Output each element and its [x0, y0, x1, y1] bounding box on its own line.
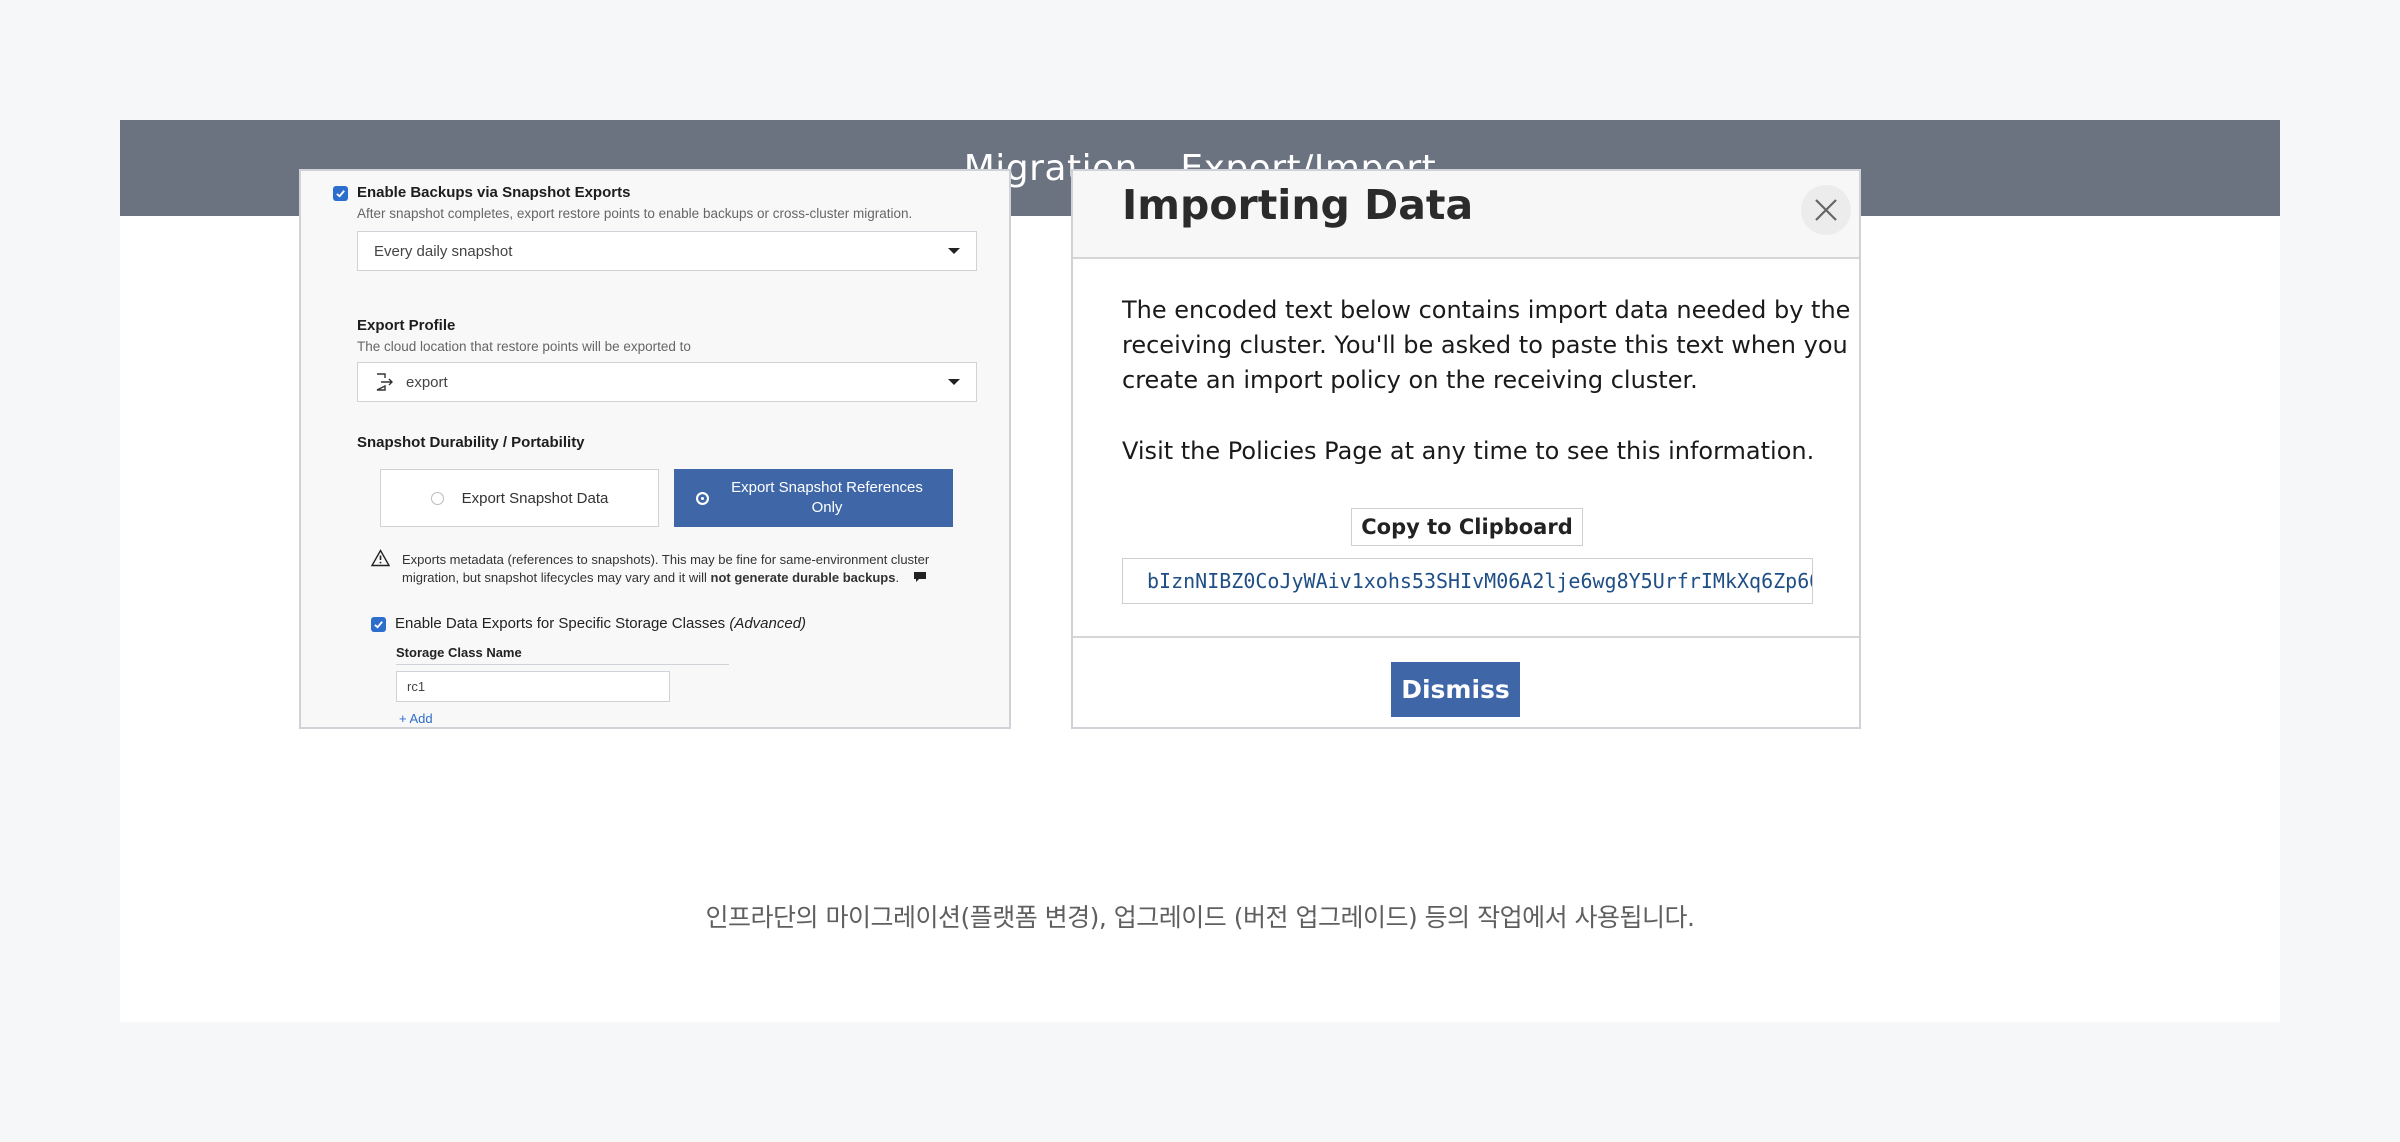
- option-export-snapshot-data[interactable]: Export Snapshot Data: [380, 469, 659, 527]
- durability-label: Snapshot Durability / Portability: [357, 434, 585, 451]
- export-profile-value: export: [406, 373, 448, 391]
- modal-title: Importing Data: [1122, 181, 1474, 229]
- export-profile-label: Export Profile: [357, 317, 456, 334]
- export-profile-description: The cloud location that restore points w…: [357, 339, 691, 354]
- export-settings-panel: Enable Backups via Snapshot Exports Afte…: [299, 169, 1011, 729]
- copy-to-clipboard-button[interactable]: Copy to Clipboard: [1351, 508, 1583, 546]
- encoded-text: bIznNIBZ0CoJyWAiv1xohs53SHIvM06A2lje6wg8…: [1147, 569, 1813, 593]
- export-profile-select[interactable]: export: [357, 362, 977, 402]
- schedule-select-value: Every daily snapshot: [374, 242, 513, 260]
- warning-line-1: Exports metadata (references to snapshot…: [402, 552, 930, 567]
- check-icon: [374, 621, 383, 629]
- radio-unselected: [430, 491, 444, 505]
- option-data-label: Export Snapshot Data: [461, 489, 609, 507]
- warning-icon: [371, 549, 390, 567]
- modal-footer: Dismiss: [1073, 636, 1859, 727]
- check-icon: [336, 190, 345, 198]
- modal-description-line: create an import policy on the receiving…: [1122, 366, 1698, 394]
- radio-selected: [696, 491, 709, 505]
- chevron-down-icon: [948, 379, 960, 385]
- enable-backups-label: Enable Backups via Snapshot Exports: [357, 184, 631, 201]
- enable-storage-classes-checkbox[interactable]: [371, 617, 386, 632]
- warning-end: .: [895, 570, 900, 585]
- close-button[interactable]: [1801, 185, 1851, 235]
- option-export-snapshot-references[interactable]: Export Snapshot References Only: [674, 469, 953, 527]
- modal-description-line: receiving cluster. You'll be asked to pa…: [1122, 331, 1848, 359]
- modal-description-line: The encoded text below contains import d…: [1122, 296, 1851, 324]
- encoded-text-field[interactable]: bIznNIBZ0CoJyWAiv1xohs53SHIvM06A2lje6wg8…: [1122, 558, 1813, 604]
- storage-class-divider: [396, 664, 729, 665]
- modal-policies-note: Visit the Policies Page at any time to s…: [1122, 437, 1815, 465]
- enable-backups-checkbox[interactable]: [333, 186, 348, 201]
- storage-classes-label: Enable Data Exports for Specific Storage…: [395, 615, 806, 632]
- storage-class-input[interactable]: rc1: [396, 671, 670, 702]
- warning-text: migration, but snapshot lifecycles may v…: [402, 570, 711, 585]
- storage-classes-text: Enable Data Exports for Specific Storage…: [395, 615, 730, 632]
- storage-class-value: rc1: [407, 679, 426, 694]
- export-icon: [376, 373, 393, 391]
- chevron-down-icon: [948, 248, 960, 254]
- modal-description: The encoded text below contains import d…: [1122, 293, 1850, 398]
- option-references-label: Export Snapshot References Only: [731, 479, 923, 516]
- schedule-select[interactable]: Every daily snapshot: [357, 231, 977, 271]
- importing-data-modal: Importing Data The encoded text below co…: [1071, 169, 1861, 729]
- enable-backups-description: After snapshot completes, export restore…: [357, 206, 913, 221]
- warning-line-2: migration, but snapshot lifecycles may v…: [402, 570, 927, 585]
- modal-header: Importing Data: [1073, 171, 1859, 259]
- comment-icon[interactable]: [913, 571, 927, 583]
- add-storage-class-link[interactable]: + Add: [399, 711, 433, 726]
- close-icon: [1815, 199, 1837, 221]
- caption: 인프라단의 마이그레이션(플랫폼 변경), 업그레이드 (버전 업그레이드) 등…: [705, 903, 1696, 932]
- dismiss-button[interactable]: Dismiss: [1391, 662, 1520, 717]
- warning-bold: not generate durable backups: [710, 570, 896, 585]
- storage-class-header: Storage Class Name: [396, 645, 522, 660]
- storage-classes-advanced: (Advanced): [729, 615, 807, 632]
